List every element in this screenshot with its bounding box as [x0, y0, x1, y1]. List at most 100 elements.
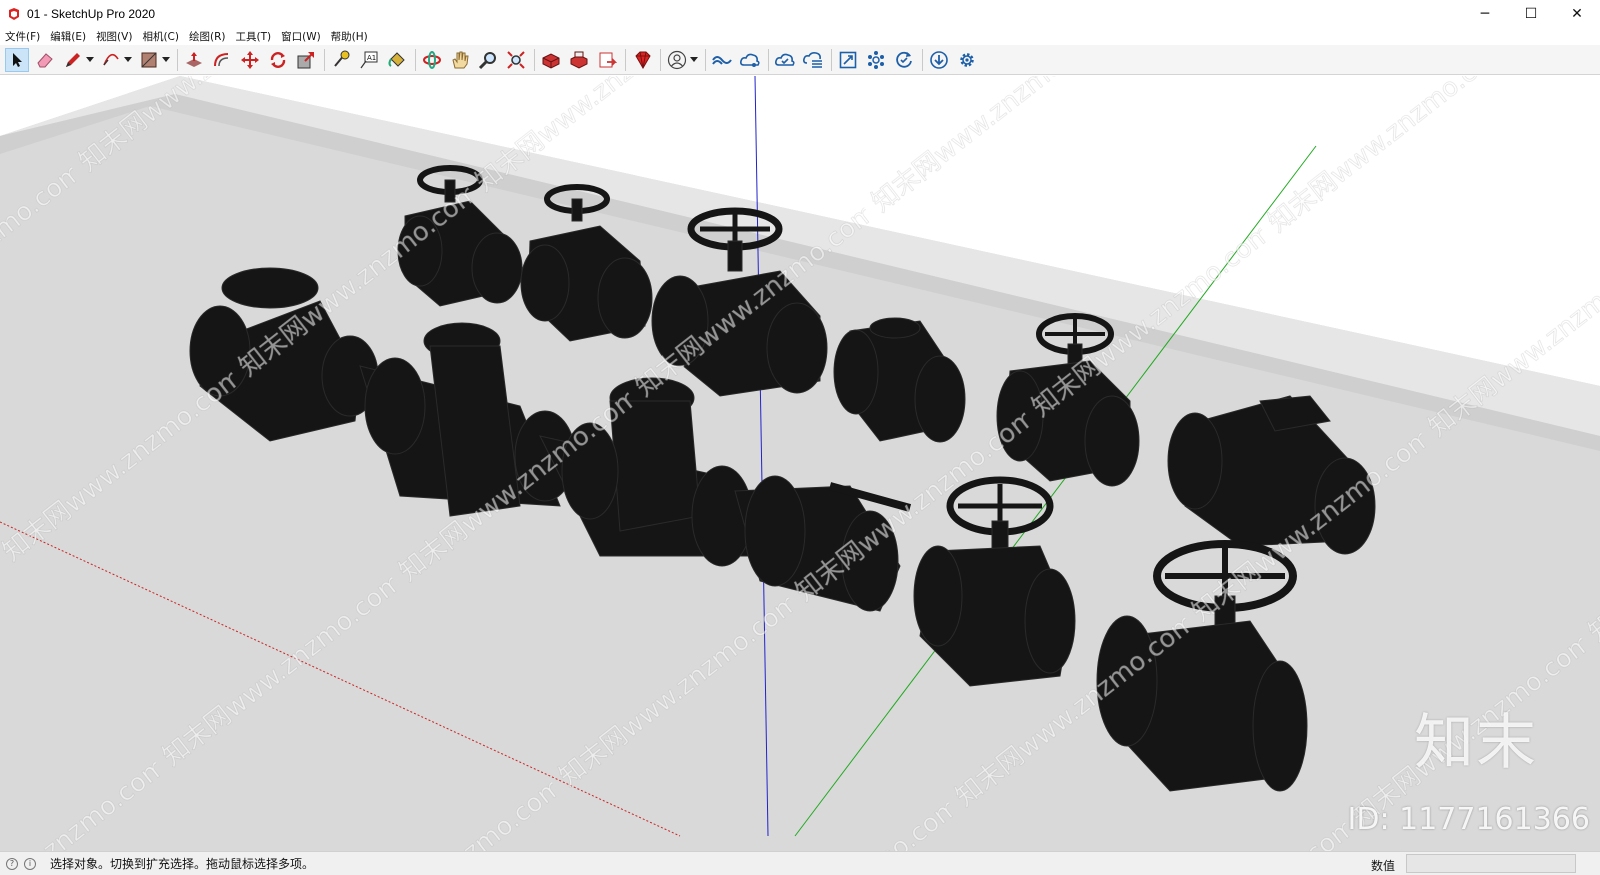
cloud-sync-button[interactable]	[773, 48, 797, 72]
refresh-button[interactable]	[892, 48, 916, 72]
account-button[interactable]	[665, 48, 689, 72]
cloud-layers-button[interactable]	[801, 48, 825, 72]
gear-icon	[960, 52, 974, 67]
title-bar: 01 - SketchUp Pro 2020 ─ ☐ ✕	[0, 0, 1600, 28]
orbit-tool[interactable]	[420, 48, 444, 72]
info-icon[interactable]: i	[24, 857, 36, 870]
rotate-tool[interactable]	[266, 48, 290, 72]
3d-warehouse-button[interactable]	[539, 48, 563, 72]
toolbar-separator	[660, 48, 661, 71]
offset-tool[interactable]	[210, 48, 234, 72]
pan-hand-icon	[452, 51, 469, 68]
cloud-list-icon	[803, 51, 822, 68]
status-bar: ? i 选择对象。切换到扩充选择。拖动鼠标选择多项。 数值	[0, 851, 1600, 875]
maximize-button[interactable]: ☐	[1508, 0, 1554, 28]
nodes-icon	[868, 50, 884, 69]
push-pull-icon	[186, 51, 202, 67]
rectangle-icon	[141, 52, 157, 67]
viewport-canvas: 知末网www.znzmo.com	[0, 76, 1600, 851]
toolbar-separator	[768, 48, 769, 71]
arc-icon	[103, 53, 119, 65]
window-controls: ─ ☐ ✕	[1462, 0, 1600, 28]
scale-tool[interactable]	[294, 48, 318, 72]
tape-measure-tool[interactable]	[329, 48, 353, 72]
paint-bucket-tool[interactable]	[385, 48, 409, 72]
warehouse-icon	[542, 52, 560, 69]
scale-icon	[297, 51, 314, 68]
menu-help[interactable]: 帮助(H)	[331, 29, 368, 44]
rectangle-tool-dropdown[interactable]	[161, 48, 171, 72]
import-button[interactable]	[927, 48, 951, 72]
watermark-id: ID: 1177161366	[1347, 802, 1590, 837]
dropdown-arrow-icon	[124, 56, 132, 62]
sketchup-window: 01 - SketchUp Pro 2020 ─ ☐ ✕ 文件(F) 编辑(E)…	[0, 0, 1600, 875]
rectangle-tool[interactable]	[137, 48, 161, 72]
select-arrow-icon	[13, 52, 22, 67]
zoom-tool[interactable]	[476, 48, 500, 72]
arc-tool[interactable]	[99, 48, 123, 72]
rotate-icon	[270, 51, 286, 68]
menu-camera[interactable]: 相机(C)	[142, 29, 179, 44]
zoom-extents-tool[interactable]	[504, 48, 528, 72]
toolbar-separator	[534, 48, 535, 71]
tape-measure-icon	[334, 50, 350, 67]
send-to-layout-button[interactable]	[595, 48, 619, 72]
menu-bar: 文件(F) 编辑(E) 视图(V) 相机(C) 绘图(R) 工具(T) 窗口(W…	[0, 27, 378, 45]
menu-file[interactable]: 文件(F)	[5, 29, 40, 44]
ruby-gem-icon	[635, 51, 651, 69]
eraser-tool[interactable]	[33, 48, 57, 72]
pencil-icon	[66, 52, 80, 67]
measurements-label: 数值	[1370, 859, 1395, 873]
svg-text:A1: A1	[367, 54, 376, 62]
pan-tool[interactable]	[448, 48, 472, 72]
toolbar-separator	[705, 48, 706, 71]
menu-window[interactable]: 窗口(W)	[281, 29, 321, 44]
status-message: 选择对象。切换到扩充选择。拖动鼠标选择多项。	[50, 857, 315, 871]
settings-button[interactable]	[955, 48, 979, 72]
toolbar-separator	[415, 48, 416, 71]
menu-draw[interactable]: 绘图(R)	[189, 29, 226, 44]
move-tool[interactable]	[238, 48, 262, 72]
arc-tool-dropdown[interactable]	[123, 48, 133, 72]
line-tool-dropdown[interactable]	[85, 48, 95, 72]
watermark-pattern	[0, 76, 1600, 851]
zoom-icon	[478, 51, 496, 69]
dropdown-arrow-icon	[162, 56, 170, 62]
text-tool[interactable]: A1	[357, 48, 381, 72]
menu-view[interactable]: 视图(V)	[96, 29, 132, 44]
extension-manager-button[interactable]	[630, 48, 654, 72]
measurements-input[interactable]	[1406, 854, 1576, 873]
line-tool[interactable]	[61, 48, 85, 72]
minimize-button[interactable]: ─	[1462, 0, 1508, 28]
push-pull-tool[interactable]	[182, 48, 206, 72]
menu-tools[interactable]: 工具(T)	[235, 29, 271, 44]
model-viewport[interactable]: 知末网www.znzmo.com	[0, 76, 1600, 851]
toolbar-separator	[831, 48, 832, 71]
scan-essentials-button[interactable]	[836, 48, 860, 72]
collaborate-button[interactable]	[738, 48, 762, 72]
extension-warehouse-button[interactable]	[567, 48, 591, 72]
account-dropdown[interactable]	[689, 48, 699, 72]
toolbar-separator	[177, 48, 178, 71]
zoom-extents-icon	[507, 50, 525, 69]
trimble-connect-button[interactable]	[710, 48, 734, 72]
toolbar-separator	[922, 48, 923, 71]
select-tool[interactable]	[5, 47, 29, 72]
toolbar-separator	[324, 48, 325, 71]
text-icon: A1	[360, 51, 378, 68]
main-toolbar: A1	[0, 45, 1600, 75]
window-title: 01 - SketchUp Pro 2020	[27, 7, 156, 21]
download-circle-icon	[930, 50, 948, 69]
cloud-share-icon	[740, 53, 760, 67]
dropdown-arrow-icon	[86, 56, 94, 62]
sketchup-logo-icon	[9, 8, 19, 20]
close-button[interactable]: ✕	[1554, 0, 1600, 28]
extension-warehouse-icon	[570, 51, 588, 69]
offset-icon	[214, 52, 229, 66]
eraser-icon	[37, 52, 53, 67]
menu-edit[interactable]: 编辑(E)	[50, 29, 86, 44]
model-info-button[interactable]	[864, 48, 888, 72]
help-icon[interactable]: ?	[6, 857, 18, 870]
refresh-check-icon	[896, 51, 912, 68]
frame-icon	[839, 51, 857, 68]
